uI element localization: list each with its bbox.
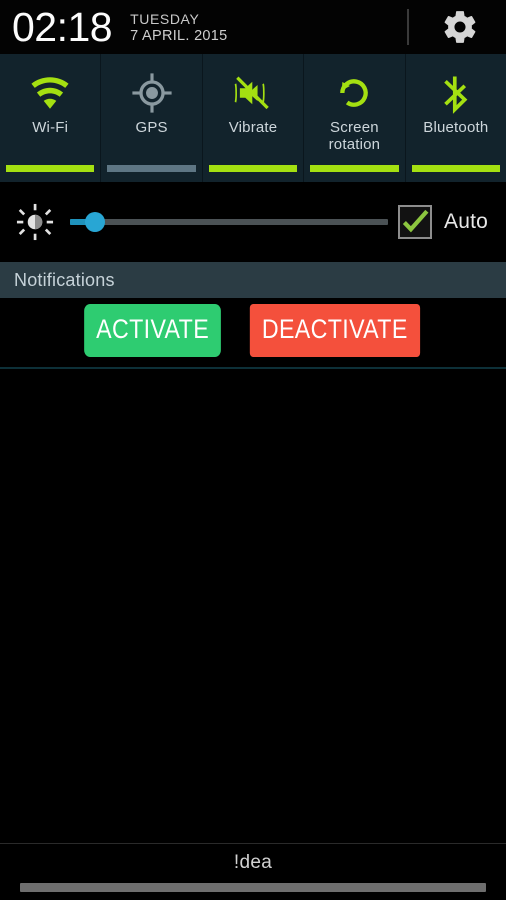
brightness-row: Auto bbox=[0, 182, 506, 262]
toggle-label-bluetooth: Bluetooth bbox=[423, 119, 489, 136]
shade-bottom-bar: !dea bbox=[0, 843, 506, 900]
date-text: 7 APRIL. 2015 bbox=[130, 27, 228, 44]
day-of-week: TUESDAY bbox=[130, 11, 200, 28]
toggle-label-gps: GPS bbox=[135, 119, 168, 136]
quick-settings-row: Wi-Fi GPS Vibrate Screen rotation Blueto… bbox=[0, 54, 506, 182]
wifi-icon bbox=[29, 70, 71, 116]
slider-thumb[interactable] bbox=[85, 212, 106, 232]
status-bar-divider bbox=[407, 9, 409, 45]
toggle-screen-rotation[interactable]: Screen rotation bbox=[304, 54, 406, 182]
carrier-brand-label: !dea bbox=[233, 852, 273, 873]
drag-handle[interactable] bbox=[20, 883, 486, 892]
toggle-underline-vibrate bbox=[208, 165, 298, 172]
bluetooth-icon bbox=[435, 70, 477, 116]
date-block: TUESDAY 7 APRIL. 2015 bbox=[130, 9, 227, 45]
clock: 02:18 bbox=[12, 3, 113, 50]
vibrate-mute-icon bbox=[232, 70, 274, 116]
notifications-title: Notifications bbox=[14, 269, 115, 290]
status-bar: 02:18 TUESDAY 7 APRIL. 2015 bbox=[0, 0, 506, 54]
toggle-bluetooth[interactable]: Bluetooth bbox=[406, 54, 506, 182]
check-icon bbox=[402, 209, 429, 233]
notifications-empty-area bbox=[0, 369, 506, 843]
auto-brightness-checkbox[interactable] bbox=[398, 205, 432, 239]
screen-rotation-icon bbox=[334, 70, 374, 116]
notifications-header: Notifications bbox=[0, 262, 506, 298]
toggle-label-wifi: Wi-Fi bbox=[32, 119, 69, 136]
activate-button[interactable]: ACTIVATE bbox=[83, 304, 221, 357]
auto-brightness-label: Auto bbox=[444, 210, 488, 233]
gps-crosshair-icon bbox=[131, 70, 173, 116]
toggle-vibrate[interactable]: Vibrate bbox=[203, 54, 305, 182]
settings-button[interactable] bbox=[441, 8, 479, 46]
auto-brightness-toggle[interactable]: Auto bbox=[398, 205, 492, 239]
gear-icon bbox=[444, 11, 476, 43]
toggle-gps[interactable]: GPS bbox=[101, 54, 203, 182]
toggle-label-vibrate: Vibrate bbox=[228, 119, 278, 136]
toggle-underline-bluetooth bbox=[411, 165, 501, 172]
notification-actions: ACTIVATE DEACTIVATE bbox=[0, 298, 506, 367]
slider-track bbox=[70, 219, 388, 225]
brightness-slider[interactable] bbox=[70, 209, 388, 235]
toggle-underline-wifi bbox=[6, 165, 95, 172]
toggle-wifi[interactable]: Wi-Fi bbox=[0, 54, 102, 182]
toggle-label-screen-rotation: Screen rotation bbox=[328, 119, 381, 153]
toggle-underline-gps bbox=[107, 165, 196, 172]
deactivate-button[interactable]: DEACTIVATE bbox=[249, 304, 420, 357]
notification-shade: 02:18 TUESDAY 7 APRIL. 2015 Wi-Fi GPS Vi… bbox=[0, 0, 506, 900]
brightness-sun-icon bbox=[14, 201, 56, 243]
toggle-underline-screen-rotation bbox=[310, 165, 399, 172]
